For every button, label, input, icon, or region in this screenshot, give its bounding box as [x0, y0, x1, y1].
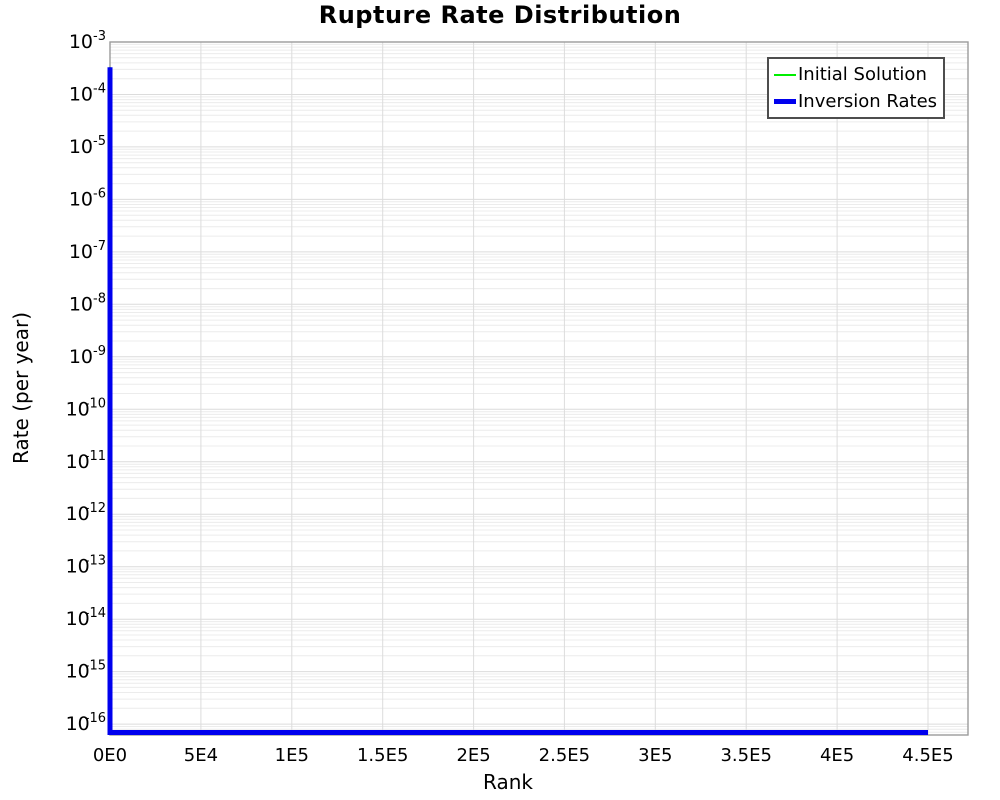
- y-axis-label: Rate (per year): [9, 312, 33, 464]
- y-tick-label: 10-12: [66, 501, 106, 525]
- x-tick-label: 1E5: [275, 745, 309, 766]
- y-tick-label: 10-5: [69, 134, 106, 158]
- series-inversion-rates: [110, 67, 928, 732]
- y-tick-label: 10-13: [66, 554, 106, 578]
- plot-svg: 0E0 5E4 1E5 1.5E5 2E5 2.5E5 3E5 3.5E5 4E5 4.5E5 10…: [0, 0, 1000, 800]
- x-tick-label: 0E0: [93, 745, 127, 766]
- legend-label-inversion-rates: Inversion Rates: [798, 93, 937, 111]
- x-tick-label: 3E5: [638, 745, 672, 766]
- x-tick-label: 4E5: [820, 745, 854, 766]
- y-tick-label: 10-16: [66, 711, 106, 735]
- initial-solution-line-swatch: [774, 74, 796, 76]
- x-tick-label: 5E4: [184, 745, 218, 766]
- y-tick-label: 10-14: [66, 606, 106, 630]
- y-tick-label: 10-7: [69, 239, 106, 263]
- x-tick-label: 1.5E5: [357, 745, 408, 766]
- legend-item-initial-solution: Initial Solution: [774, 61, 937, 88]
- x-tick-label: 2.5E5: [539, 745, 590, 766]
- y-tick-label: 10-3: [69, 29, 106, 53]
- y-tick-label: 10-15: [66, 659, 106, 683]
- x-tick-labels: 0E0 5E4 1E5 1.5E5 2E5 2.5E5 3E5 3.5E5 4E5 4.5E5: [93, 745, 954, 766]
- y-tick-labels: 10-3 10-4 10-5 10-6 10-7 10-8 10-9 10-10 10-11 10…: [66, 29, 106, 735]
- x-tick-label: 4.5E5: [902, 745, 953, 766]
- legend-label-initial-solution: Initial Solution: [798, 66, 927, 84]
- x-tick-label: 3.5E5: [720, 745, 771, 766]
- inversion-rates-line-swatch: [774, 99, 796, 104]
- legend: Initial Solution Inversion Rates: [767, 57, 945, 119]
- y-tick-label: 10-10: [66, 396, 106, 420]
- x-axis-label: Rank: [483, 770, 533, 794]
- y-tick-label: 10-9: [69, 344, 106, 368]
- y-tick-label: 10-8: [69, 291, 106, 315]
- y-tick-label: 10-11: [66, 449, 106, 473]
- y-tick-label: 10-4: [69, 82, 106, 106]
- gridlines-minor: [110, 44, 968, 732]
- legend-item-inversion-rates: Inversion Rates: [774, 88, 937, 115]
- y-tick-label: 10-6: [69, 186, 106, 210]
- x-tick-label: 2E5: [456, 745, 490, 766]
